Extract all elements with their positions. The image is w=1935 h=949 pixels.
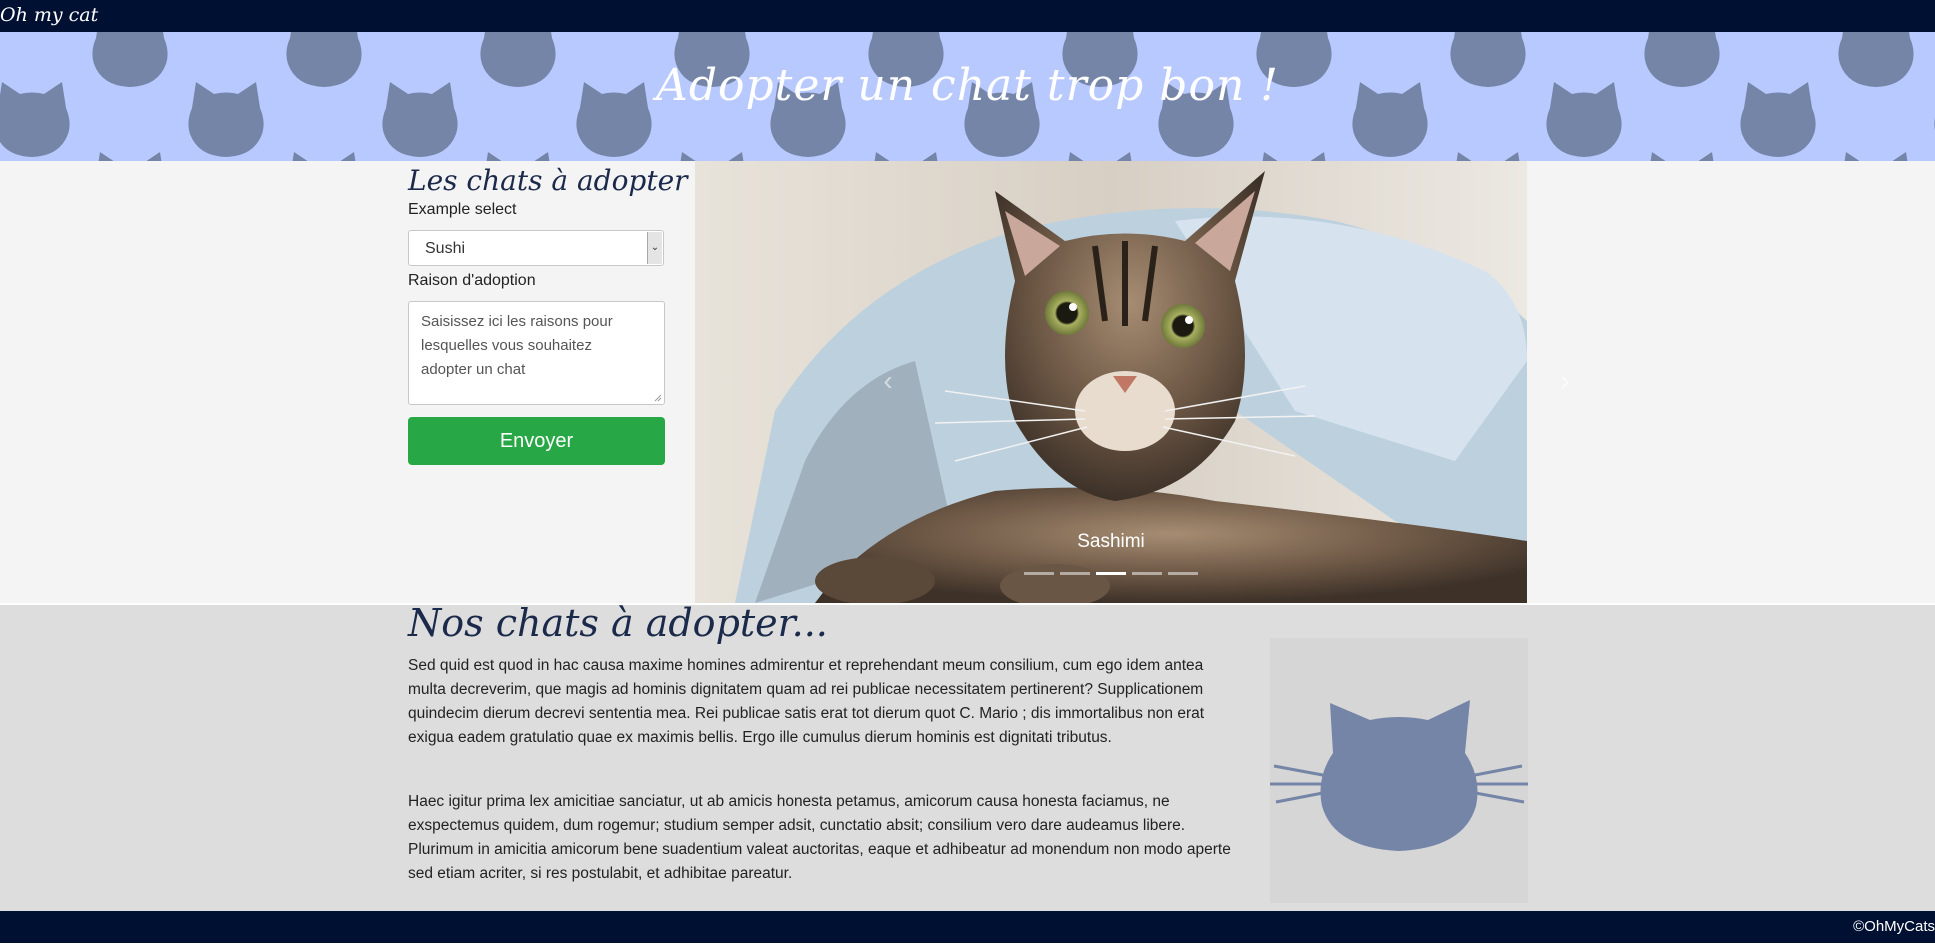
carousel-indicator[interactable]: [1132, 572, 1162, 575]
footer: ©OhMyCats: [0, 911, 1935, 943]
carousel-indicators: [1024, 572, 1198, 576]
select-label: Example select: [408, 201, 517, 218]
cat-head-icon: [1256, 152, 1332, 161]
cat-head-icon: [286, 152, 362, 161]
cat-select[interactable]: Sushi ⌄: [408, 230, 664, 266]
about-paragraph-1: Sed quid est quod in hac causa maxime ho…: [408, 657, 1205, 746]
submit-button[interactable]: Envoyer: [408, 417, 665, 465]
about-paragraph-2: Haec igitur prima lex amicitiae sanciatu…: [408, 793, 1231, 882]
reason-label: Raison d'adoption: [408, 272, 536, 289]
cat-head-icon: [674, 152, 750, 161]
reason-placeholder: Saisissez ici les raisons pour lesquelle…: [421, 313, 613, 378]
cat-head-icon: [480, 152, 556, 161]
brand-link[interactable]: Oh my cat: [0, 4, 98, 26]
cat-head-icon: [1450, 152, 1526, 161]
cat-head-icon: [92, 152, 168, 161]
footer-copyright: ©OhMyCats: [1853, 918, 1935, 935]
cat-head-icon: [868, 152, 944, 161]
carousel-caption: Sashimi: [1077, 531, 1145, 552]
adoption-form-title: Les chats à adopter: [408, 164, 688, 197]
about-title: Nos chats à adopter...: [408, 601, 828, 645]
carousel-indicator[interactable]: [1060, 572, 1090, 575]
cat-head-icon: [1838, 152, 1914, 161]
about-section: Nos chats à adopter... Sed quid est quod…: [0, 601, 1935, 911]
cat-head-icon: [1644, 152, 1720, 161]
carousel-indicator[interactable]: [1024, 572, 1054, 575]
hero-title: Adopter un chat trop bon !: [656, 60, 1279, 111]
cat-head-icon: [1062, 152, 1138, 161]
chevron-down-icon[interactable]: ⌄: [647, 232, 662, 264]
resize-grip-icon[interactable]: [654, 394, 662, 402]
cat-select-value: Sushi: [425, 240, 466, 257]
carousel-indicator[interactable]: [1168, 572, 1198, 575]
carousel-indicator-active[interactable]: [1096, 572, 1126, 575]
navbar: Oh my cat: [0, 0, 1935, 32]
reason-textarea[interactable]: Saisissez ici les raisons pour lesquelle…: [408, 301, 665, 405]
adoption-section: Les chats à adopter Example select Sushi…: [0, 161, 1935, 603]
carousel-next-button[interactable]: ›: [1545, 361, 1585, 401]
hero-banner: Adopter un chat trop bon !: [0, 32, 1935, 161]
carousel-prev-button[interactable]: ‹: [868, 361, 908, 401]
cat-head-icon: [1270, 700, 1528, 851]
cat-illustration-panel: [1270, 638, 1528, 903]
